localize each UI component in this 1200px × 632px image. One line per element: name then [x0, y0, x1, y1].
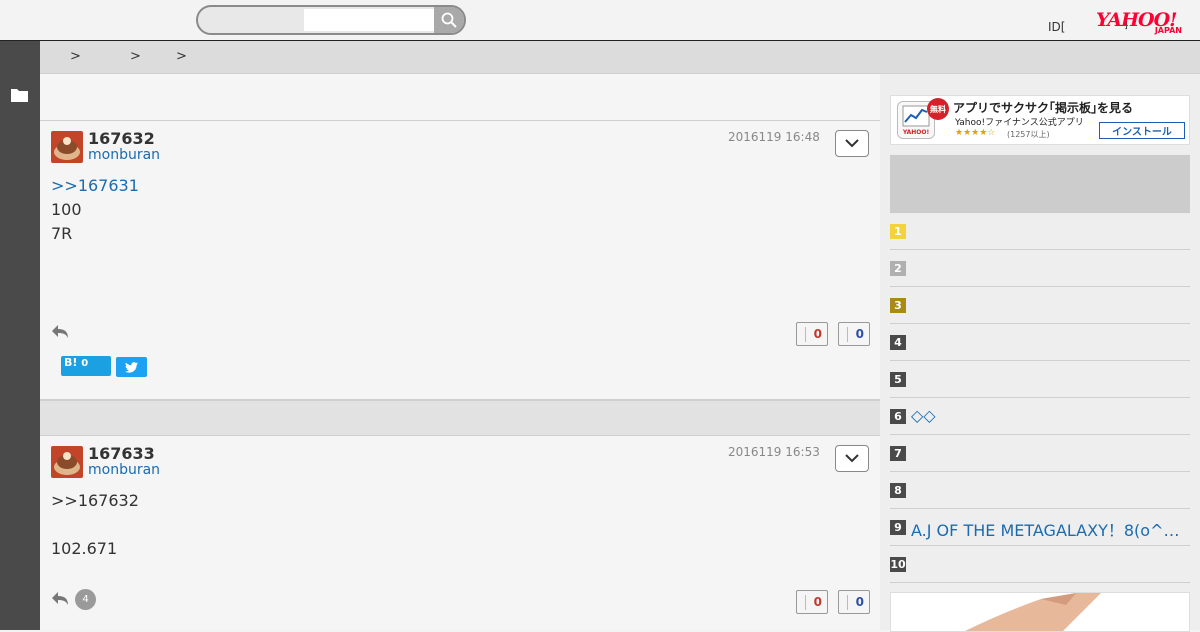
rating-stars: ★★★★☆: [955, 128, 996, 138]
reply-count-badge[interactable]: 4: [75, 589, 96, 610]
avatar[interactable]: [51, 131, 83, 163]
ranking-title[interactable]: ◇◇: [911, 406, 1187, 425]
app-ad-banner[interactable]: YAHOO! 無料 アプリでサクサク｢掲示板｣を見る Yahoo!ファイナンス公…: [890, 95, 1190, 145]
ranking-title[interactable]: A.J OF THE METAGALAXY！8(o^…: [911, 517, 1187, 541]
post-167633: 167633 monburan 2016119 16:53 >>167632 1…: [40, 436, 880, 630]
like-button[interactable]: 0: [796, 322, 828, 346]
ranking-item[interactable]: 10: [890, 546, 1190, 583]
ranking-item[interactable]: 5: [890, 361, 1190, 398]
breadcrumb: > > >: [40, 41, 1200, 74]
rank-number: 4: [890, 335, 906, 350]
rank-number: 6: [890, 409, 906, 424]
right-sidebar: YAHOO! 無料 アプリでサクサク｢掲示板｣を見る Yahoo!ファイナンス公…: [880, 74, 1200, 632]
rank-number: 7: [890, 446, 906, 461]
rank-number: 10: [890, 557, 906, 572]
ad-title: アプリでサクサク｢掲示板｣を見る: [953, 101, 1134, 115]
rank-number: 2: [890, 261, 906, 276]
like-button[interactable]: 0: [796, 590, 828, 614]
post-text-line: 7R: [51, 224, 73, 243]
post-separator-band: [40, 399, 880, 436]
post-number: 167633: [88, 444, 155, 463]
header: ID[ ] YAHOO! JAPAN: [0, 0, 1200, 41]
dislike-button[interactable]: 0: [838, 322, 870, 346]
twitter-icon: [125, 361, 138, 373]
reply-icon[interactable]: [51, 591, 69, 607]
ranking-item[interactable]: 6 ◇◇: [890, 398, 1190, 435]
search-input[interactable]: [304, 9, 434, 31]
logo-subtext: JAPAN: [1154, 26, 1182, 35]
avatar[interactable]: [51, 446, 83, 478]
hatena-label: B!: [64, 356, 78, 369]
post-text-line: 102.671: [51, 539, 118, 558]
review-count: (1257以上): [1007, 130, 1050, 139]
ranking-item[interactable]: 4: [890, 324, 1190, 361]
post-number: 167632: [88, 129, 155, 148]
message-board: 167632 monburan 2016119 16:48 >>167631 1…: [40, 74, 880, 630]
ranking-item[interactable]: 9 A.J OF THE METAGALAXY！8(o^…: [890, 509, 1190, 546]
rank-number: 1: [890, 224, 906, 239]
ranking-item[interactable]: 1: [890, 213, 1190, 250]
rank-number: 8: [890, 483, 906, 498]
search-button[interactable]: [434, 7, 464, 33]
post-date: 2016119 16:53: [728, 445, 820, 459]
rank-number: 9: [890, 520, 906, 535]
ranking-item[interactable]: 7: [890, 435, 1190, 472]
rank-number: 3: [890, 298, 906, 313]
left-sidebar: [0, 41, 40, 630]
post-menu-button[interactable]: [835, 445, 869, 472]
post-text-line: 100: [51, 200, 82, 219]
post-date: 2016119 16:48: [728, 130, 820, 144]
hatena-bookmark-button[interactable]: B! 0: [61, 356, 111, 376]
free-badge: 無料: [927, 98, 949, 120]
post-username[interactable]: monburan: [88, 147, 160, 163]
app-icon-text: YAHOO!: [902, 129, 929, 136]
ranking-item[interactable]: 2: [890, 250, 1190, 287]
dislike-count: 0: [855, 595, 864, 609]
like-count: 0: [813, 595, 822, 609]
ad-subtitle: Yahoo!ファイナンス公式アプリ: [955, 118, 1084, 128]
chevron-down-icon: [845, 454, 859, 463]
reply-icon[interactable]: [51, 324, 69, 340]
ranking-item[interactable]: 3: [890, 287, 1190, 324]
twitter-share-button[interactable]: [116, 357, 147, 377]
reply-anchor-text: >>167632: [51, 491, 139, 510]
chevron-down-icon: [845, 139, 859, 148]
breadcrumb-separator: >: [176, 49, 187, 64]
login-id-link[interactable]: ID[: [1048, 20, 1065, 34]
search-box: [196, 5, 466, 35]
folder-icon[interactable]: [11, 88, 28, 102]
rank-number: 5: [890, 372, 906, 387]
breadcrumb-separator: >: [70, 49, 81, 64]
ranking-header-box: [890, 155, 1190, 213]
hatena-count: 0: [81, 358, 89, 369]
dislike-count: 0: [855, 327, 864, 341]
post-username[interactable]: monburan: [88, 462, 160, 478]
board-top-band: [40, 74, 880, 121]
ad-image[interactable]: [890, 592, 1190, 632]
post-menu-button[interactable]: [835, 130, 869, 157]
ranking-item[interactable]: 8: [890, 472, 1190, 509]
yahoo-japan-logo[interactable]: YAHOO! JAPAN: [1096, 10, 1188, 36]
post-167632: 167632 monburan 2016119 16:48 >>167631 1…: [40, 121, 880, 399]
install-button[interactable]: インストール: [1099, 122, 1185, 139]
dislike-button[interactable]: 0: [838, 590, 870, 614]
breadcrumb-separator: >: [130, 49, 141, 64]
search-icon: [441, 12, 457, 28]
reply-anchor-link[interactable]: >>167631: [51, 176, 139, 195]
like-count: 0: [813, 327, 822, 341]
